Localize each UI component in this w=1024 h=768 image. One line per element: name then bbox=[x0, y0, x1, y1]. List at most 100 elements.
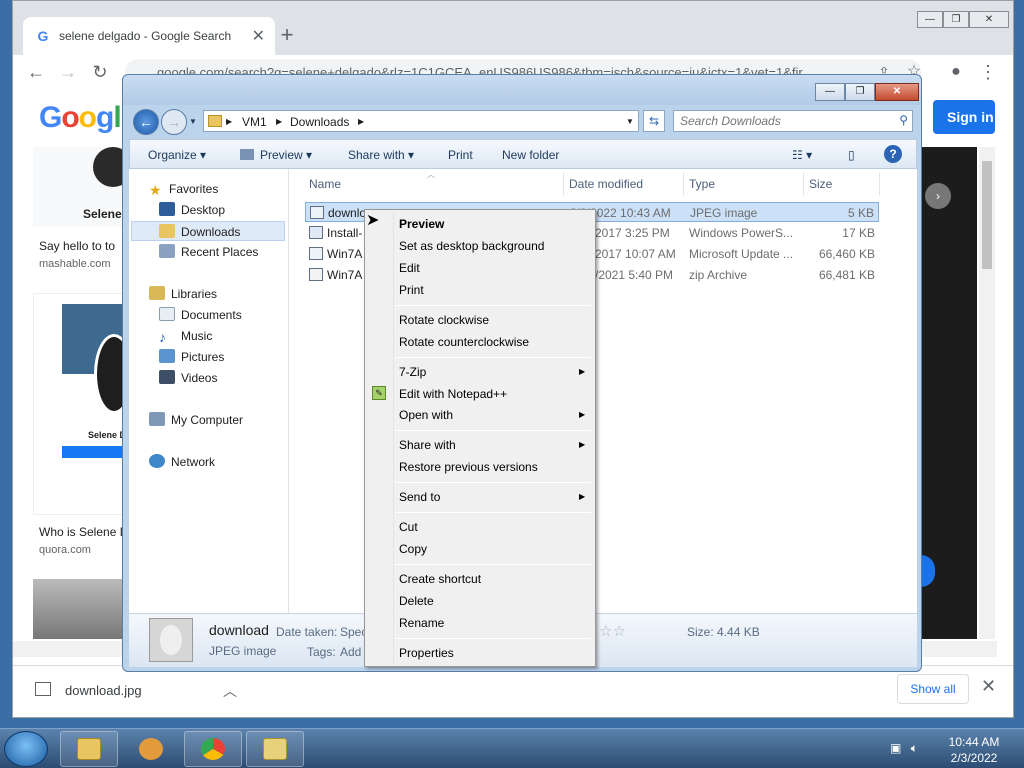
column-divider[interactable] bbox=[683, 173, 684, 195]
column-header-name[interactable]: Name bbox=[309, 177, 341, 191]
image-result-1[interactable]: Selene bbox=[33, 147, 133, 227]
nav-pictures[interactable]: Pictures bbox=[159, 347, 224, 367]
nav-network[interactable]: Network bbox=[149, 452, 215, 472]
menu-item-preview[interactable]: Preview bbox=[399, 217, 444, 231]
menu-dots-icon[interactable]: ⋮ bbox=[977, 61, 999, 83]
column-header-size[interactable]: Size bbox=[809, 177, 832, 191]
recent-pages-dropdown-icon[interactable]: ▼ bbox=[189, 117, 197, 126]
refresh-icon[interactable]: ⇆ bbox=[643, 110, 665, 132]
menu-item-properties[interactable]: Properties bbox=[399, 646, 454, 660]
menu-item-copy[interactable]: Copy bbox=[399, 542, 427, 556]
menu-item-restore-previous-versions[interactable]: Restore previous versions bbox=[399, 460, 538, 474]
command-bar: Organize ▾ Preview ▾ Share with ▾ Print … bbox=[129, 139, 917, 169]
nav-downloads[interactable]: Downloads bbox=[131, 221, 285, 241]
back-arrow-icon[interactable]: ← bbox=[133, 109, 159, 135]
maximize-icon[interactable]: ❐ bbox=[943, 11, 969, 28]
menu-item-edit[interactable]: Edit bbox=[399, 261, 420, 275]
visit-button[interactable] bbox=[921, 555, 935, 587]
next-image-icon[interactable]: › bbox=[925, 183, 951, 209]
taskbar-chrome[interactable] bbox=[184, 731, 242, 767]
search-icon[interactable]: ⚲ bbox=[899, 113, 908, 127]
result-caption[interactable]: Say hello to to bbox=[39, 239, 115, 253]
nav-libraries[interactable]: Libraries bbox=[149, 284, 217, 304]
network-tray-icon[interactable]: ▣ bbox=[890, 741, 901, 755]
profile-avatar-icon[interactable]: ● bbox=[945, 61, 967, 83]
column-divider[interactable] bbox=[563, 173, 564, 195]
maximize-icon[interactable]: ❐ bbox=[845, 83, 875, 101]
search-input[interactable] bbox=[680, 114, 880, 128]
help-icon[interactable]: ? bbox=[884, 145, 902, 163]
column-header-type[interactable]: Type bbox=[689, 177, 715, 191]
volume-icon[interactable]: 🔈︎ bbox=[911, 741, 918, 755]
result-caption[interactable]: Who is Selene D bbox=[39, 525, 128, 539]
taskbar-media-player[interactable] bbox=[122, 731, 180, 767]
column-divider[interactable] bbox=[879, 173, 880, 195]
scrollbar-thumb[interactable] bbox=[982, 161, 992, 269]
breadcrumb[interactable]: ▶ VM1 ▶ Downloads ▶ ▼ bbox=[203, 110, 639, 132]
nav-recent-places[interactable]: Recent Places bbox=[159, 242, 258, 262]
sign-in-button[interactable]: Sign in bbox=[933, 100, 995, 134]
menu-item-cut[interactable]: Cut bbox=[399, 520, 418, 534]
nav-music[interactable]: ♪ Music bbox=[159, 326, 212, 346]
share-with-button[interactable]: Share with ▾ bbox=[348, 148, 414, 162]
tags-value[interactable]: Add bbox=[340, 645, 361, 659]
search-field[interactable]: ⚲ bbox=[673, 110, 913, 132]
image-result-3[interactable] bbox=[33, 579, 133, 639]
chevron-right-icon[interactable]: ▶ bbox=[276, 117, 282, 126]
explorer-title-bar[interactable]: — ❐ ✕ bbox=[123, 75, 921, 105]
nav-videos[interactable]: Videos bbox=[159, 368, 217, 388]
minimize-icon[interactable]: — bbox=[917, 11, 943, 28]
address-dropdown-icon[interactable]: ▼ bbox=[626, 117, 634, 126]
menu-item-edit-with-notepad[interactable]: Edit with Notepad++ bbox=[399, 387, 507, 401]
view-options-icon[interactable]: ☷ ▾ bbox=[792, 148, 812, 162]
menu-item-delete[interactable]: Delete bbox=[399, 594, 434, 608]
tab-close-icon[interactable]: ✕ bbox=[252, 26, 265, 46]
vertical-scrollbar[interactable] bbox=[979, 147, 995, 639]
browser-tab[interactable]: G selene delgado - Google Search ✕ bbox=[23, 17, 275, 55]
nav-desktop[interactable]: Desktop bbox=[159, 200, 225, 220]
menu-item-rename[interactable]: Rename bbox=[399, 616, 444, 630]
print-button[interactable]: Print bbox=[448, 148, 473, 162]
taskbar-explorer-window[interactable] bbox=[246, 731, 304, 767]
nav-documents[interactable]: Documents bbox=[159, 305, 242, 325]
show-all-button[interactable]: Show all bbox=[897, 674, 969, 704]
nav-my-computer[interactable]: My Computer bbox=[149, 410, 243, 430]
start-button[interactable] bbox=[4, 731, 48, 767]
close-icon[interactable]: ✕ bbox=[969, 11, 1009, 28]
clock[interactable]: 10:44 AM 2/3/2022 bbox=[944, 734, 1004, 766]
menu-item-open-with[interactable]: Open with bbox=[399, 408, 453, 422]
image-result-2[interactable]: Selene D bbox=[33, 293, 134, 515]
menu-item-create-shortcut[interactable]: Create shortcut bbox=[399, 572, 481, 586]
new-tab-button[interactable]: + bbox=[275, 23, 299, 47]
menu-item-7zip[interactable]: 7-Zip bbox=[399, 365, 426, 379]
organize-button[interactable]: Organize ▾ bbox=[148, 148, 206, 162]
breadcrumb-item[interactable]: VM1 bbox=[242, 115, 267, 129]
close-shelf-icon[interactable]: ✕ bbox=[981, 676, 996, 697]
menu-item-rotate-counterclockwise[interactable]: Rotate counterclockwise bbox=[399, 335, 529, 349]
rating-stars[interactable]: ☆☆ bbox=[599, 622, 626, 640]
column-divider[interactable] bbox=[803, 173, 804, 195]
menu-item-share-with[interactable]: Share with bbox=[399, 438, 456, 452]
column-header-date[interactable]: Date modified bbox=[569, 177, 643, 191]
menu-item-rotate-clockwise[interactable]: Rotate clockwise bbox=[399, 313, 489, 327]
forward-arrow-icon[interactable]: → bbox=[57, 61, 79, 83]
nav-favorites[interactable]: ★ Favorites bbox=[149, 179, 218, 199]
close-icon[interactable]: ✕ bbox=[875, 83, 919, 101]
minimize-icon[interactable]: — bbox=[815, 83, 845, 101]
menu-item-set-desktop-background[interactable]: Set as desktop background bbox=[399, 239, 544, 253]
menu-item-print[interactable]: Print bbox=[399, 283, 424, 297]
taskbar-explorer[interactable] bbox=[60, 731, 118, 767]
file-name: Win7A bbox=[327, 247, 363, 261]
chevron-up-icon[interactable]: ︿ bbox=[223, 681, 237, 701]
new-folder-button[interactable]: New folder bbox=[502, 148, 559, 162]
reload-icon[interactable]: ↻ bbox=[89, 61, 111, 83]
chevron-right-icon[interactable]: ▶ bbox=[358, 117, 364, 126]
preview-button[interactable]: Preview ▾ bbox=[240, 148, 312, 162]
breadcrumb-item[interactable]: Downloads bbox=[290, 115, 349, 129]
forward-arrow-icon[interactable]: → bbox=[161, 109, 187, 135]
menu-item-send-to[interactable]: Send to bbox=[399, 490, 440, 504]
back-arrow-icon[interactable]: ← bbox=[25, 61, 47, 83]
preview-pane-icon[interactable]: ▯ bbox=[848, 148, 855, 162]
google-logo[interactable]: Googl bbox=[39, 101, 122, 135]
download-item[interactable]: download.jpg ︿ bbox=[23, 674, 249, 708]
